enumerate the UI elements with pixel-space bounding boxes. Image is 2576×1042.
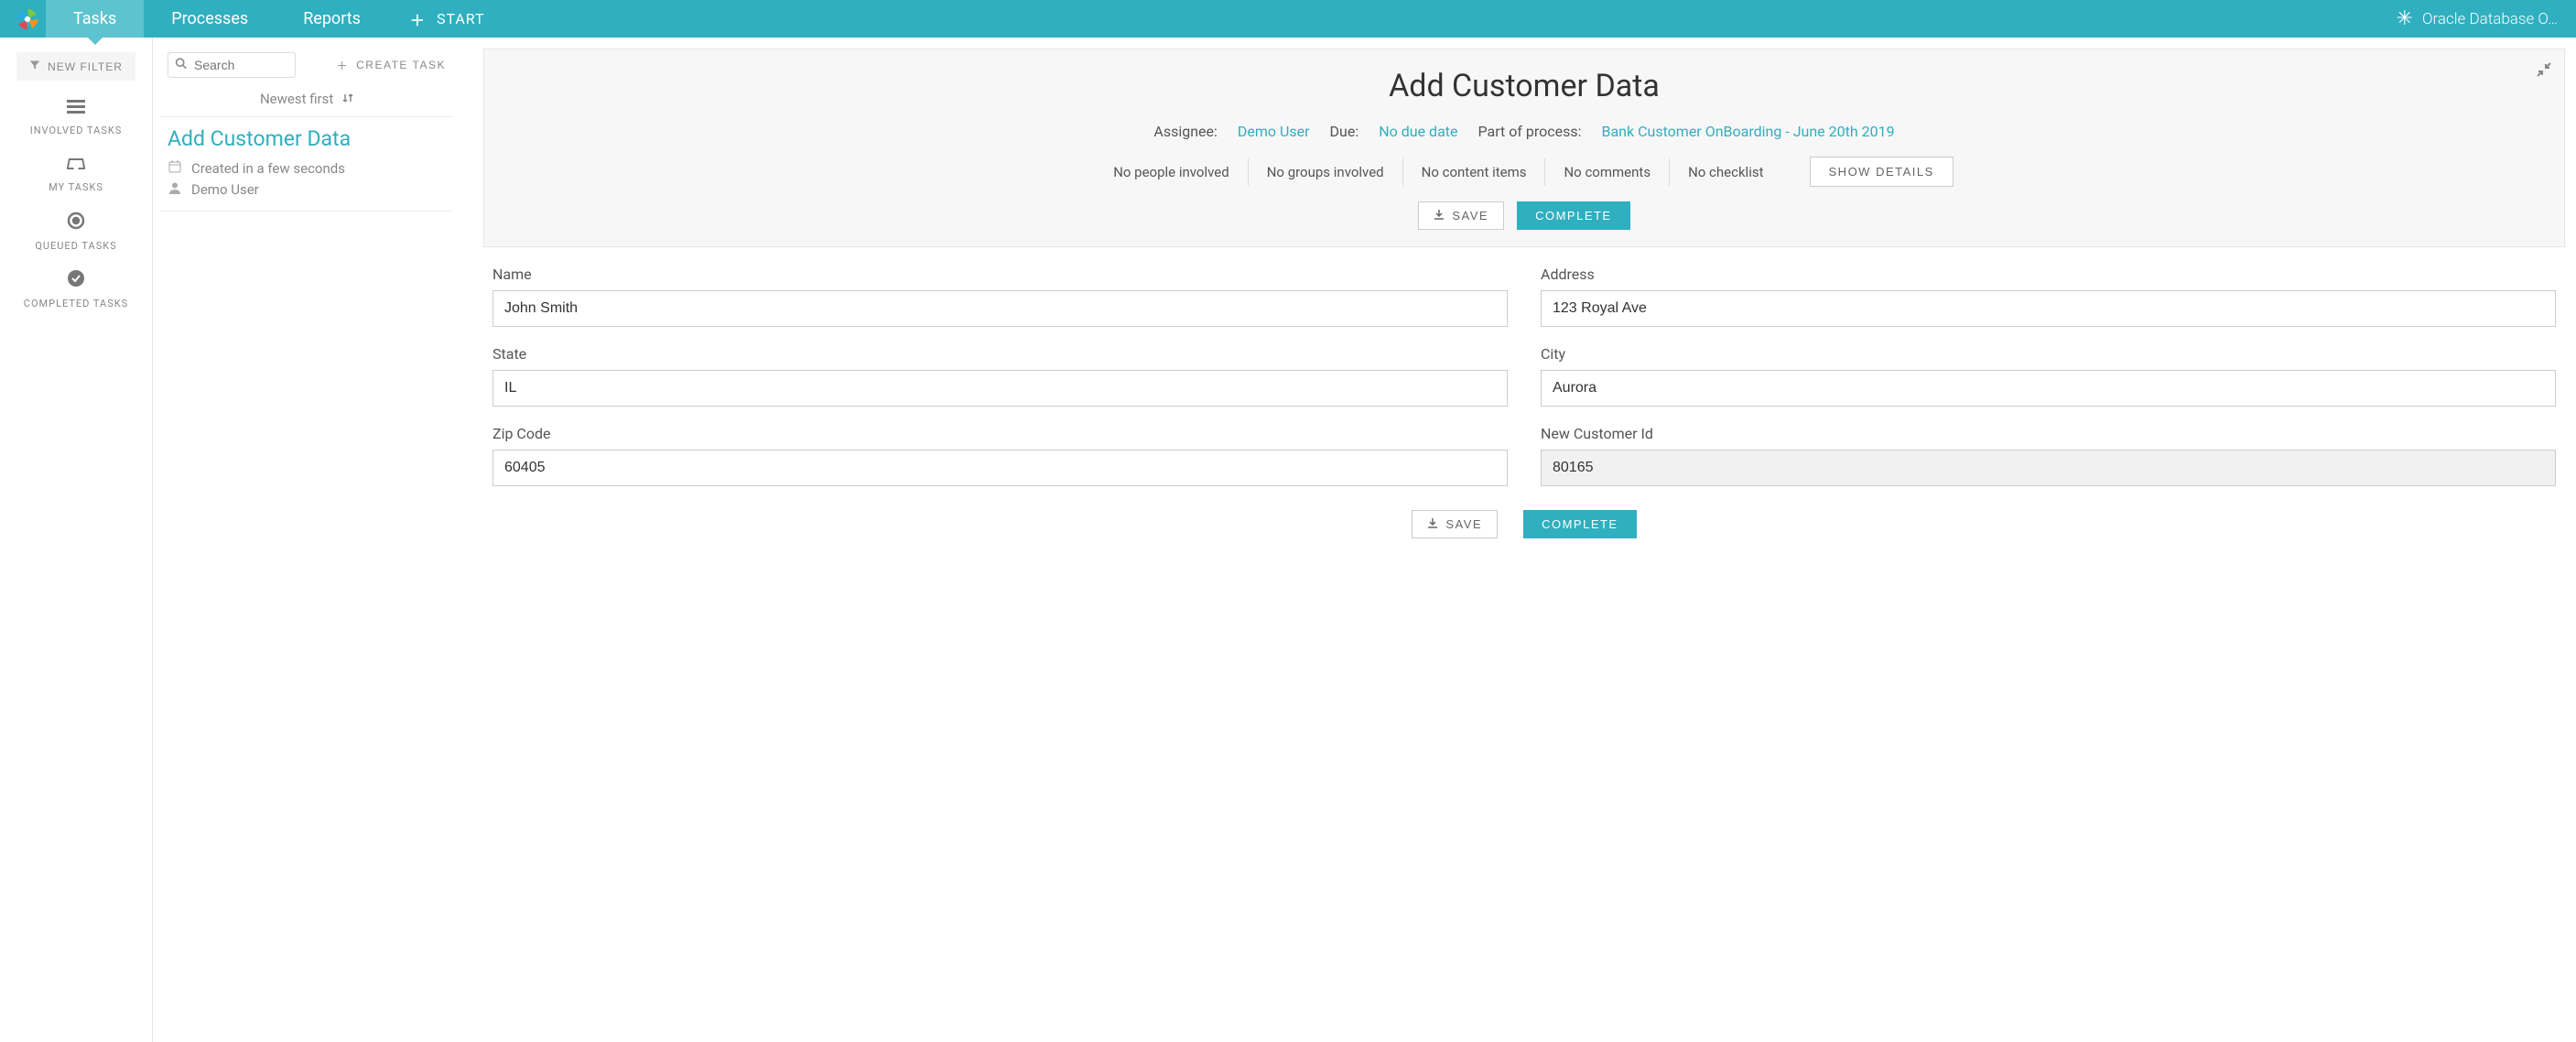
- nav-tab-label: Tasks: [73, 9, 116, 28]
- address-label: Address: [1541, 266, 2556, 283]
- task-meta-created: Created in a few seconds: [168, 160, 446, 177]
- asterisk-icon: ✳: [2397, 7, 2413, 30]
- check-circle-icon: [67, 269, 85, 292]
- sidebar: NEW FILTER INVOLVED TASKS MY TASKS QUEUE…: [0, 38, 153, 1042]
- sidebar-item-involved-tasks[interactable]: INVOLVED TASKS: [30, 97, 123, 137]
- calendar-icon: [168, 160, 182, 177]
- header-complete-button[interactable]: COMPLETE: [1517, 201, 1630, 230]
- nav-start-label: START: [437, 10, 485, 27]
- chip-groups[interactable]: No groups involved: [1249, 158, 1403, 186]
- sort-arrows-icon: [342, 91, 353, 107]
- sidebar-item-my-tasks[interactable]: MY TASKS: [49, 154, 103, 194]
- sort-selector[interactable]: Newest first: [160, 78, 453, 116]
- download-icon: [1434, 209, 1445, 223]
- nav-right-label: Oracle Database O…: [2422, 10, 2558, 28]
- sidebar-item-label: QUEUED TASKS: [35, 240, 116, 253]
- inbox-icon: [67, 154, 85, 176]
- name-label: Name: [492, 266, 1508, 283]
- customer-id-input[interactable]: [1541, 450, 2556, 486]
- chip-content[interactable]: No content items: [1403, 158, 1546, 186]
- nav-tab-tasks[interactable]: Tasks: [46, 0, 144, 38]
- state-label: State: [492, 345, 1508, 363]
- customer-id-label: New Customer Id: [1541, 425, 2556, 442]
- assignee-link[interactable]: Demo User: [1238, 123, 1310, 140]
- sidebar-item-completed-tasks[interactable]: COMPLETED TASKS: [24, 269, 128, 310]
- due-label: Due:: [1330, 123, 1359, 140]
- user-icon: [168, 181, 182, 198]
- nav-tab-processes[interactable]: Processes: [144, 0, 276, 38]
- process-label: Part of process:: [1477, 123, 1581, 140]
- process-link[interactable]: Bank Customer OnBoarding - June 20th 201…: [1602, 123, 1895, 140]
- plus-icon: ＋: [410, 8, 426, 30]
- task-list-panel: ＋ CREATE TASK Newest first Add Customer …: [153, 38, 461, 1042]
- nav-start-button[interactable]: ＋ START: [388, 8, 507, 30]
- form-area: Name Address State City: [483, 247, 2565, 548]
- sidebar-item-label: COMPLETED TASKS: [24, 298, 128, 310]
- sidebar-item-label: INVOLVED TASKS: [30, 125, 123, 137]
- target-icon: [67, 212, 85, 234]
- chip-checklist[interactable]: No checklist: [1670, 158, 1781, 186]
- pinwheel-logo-icon: [16, 7, 39, 31]
- task-list-item[interactable]: Add Customer Data Created in a few secon…: [160, 116, 453, 212]
- detail-header: Add Customer Data Assignee: Demo User Du…: [483, 49, 2565, 247]
- state-input[interactable]: [492, 370, 1508, 407]
- top-navbar: Tasks Processes Reports ＋ START ✳ Oracle…: [0, 0, 2576, 38]
- header-save-button[interactable]: SAVE: [1418, 201, 1504, 230]
- search-input[interactable]: [168, 52, 296, 78]
- zip-label: Zip Code: [492, 425, 1508, 442]
- nav-tab-label: Processes: [171, 9, 248, 28]
- task-item-title: Add Customer Data: [168, 126, 446, 151]
- task-created-text: Created in a few seconds: [191, 160, 345, 177]
- new-filter-button[interactable]: NEW FILTER: [16, 52, 135, 81]
- address-input[interactable]: [1541, 290, 2556, 327]
- task-detail-panel: Add Customer Data Assignee: Demo User Du…: [461, 38, 2576, 1042]
- download-icon: [1427, 517, 1438, 531]
- detail-chips-row: No people involved No groups involved No…: [503, 157, 2546, 187]
- form-complete-button[interactable]: COMPLETE: [1523, 510, 1637, 538]
- nav-right-app[interactable]: ✳ Oracle Database O…: [2397, 7, 2576, 30]
- plus-icon: ＋: [337, 58, 350, 73]
- search-icon: [175, 58, 187, 73]
- show-details-button[interactable]: SHOW DETAILS: [1810, 157, 1954, 187]
- detail-title: Add Customer Data: [503, 68, 2546, 104]
- city-label: City: [1541, 345, 2556, 363]
- due-link[interactable]: No due date: [1379, 123, 1457, 140]
- chip-people[interactable]: No people involved: [1095, 158, 1249, 186]
- name-input[interactable]: [492, 290, 1508, 327]
- chip-comments[interactable]: No comments: [1545, 158, 1670, 186]
- funnel-icon: [29, 60, 40, 73]
- create-task-label: CREATE TASK: [356, 59, 446, 71]
- save-label: SAVE: [1452, 209, 1488, 223]
- city-input[interactable]: [1541, 370, 2556, 407]
- save-label: SAVE: [1445, 517, 1482, 531]
- zip-input[interactable]: [492, 450, 1508, 486]
- assignee-label: Assignee:: [1153, 123, 1218, 140]
- nav-tab-label: Reports: [303, 9, 361, 28]
- new-filter-label: NEW FILTER: [48, 60, 123, 73]
- sort-label: Newest first: [260, 91, 333, 107]
- form-save-button[interactable]: SAVE: [1412, 510, 1498, 538]
- detail-info-row: Assignee: Demo User Due: No due date Par…: [503, 123, 2546, 140]
- bars-icon: [67, 97, 85, 119]
- app-logo[interactable]: [0, 7, 46, 31]
- sidebar-item-label: MY TASKS: [49, 181, 103, 194]
- create-task-button[interactable]: ＋ CREATE TASK: [337, 58, 446, 73]
- task-meta-user: Demo User: [168, 181, 446, 198]
- collapse-icon[interactable]: [2537, 62, 2551, 81]
- task-user-text: Demo User: [191, 181, 259, 198]
- sidebar-item-queued-tasks[interactable]: QUEUED TASKS: [35, 212, 116, 253]
- nav-tab-reports[interactable]: Reports: [276, 0, 388, 38]
